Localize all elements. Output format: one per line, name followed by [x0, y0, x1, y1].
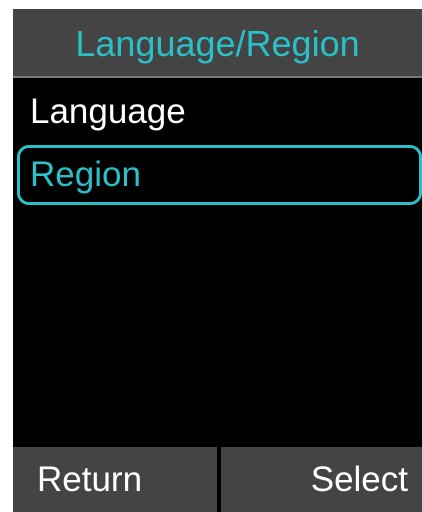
menu-item-language[interactable]: Language: [17, 82, 422, 142]
phone-screen: Language/Region Language Region Return S…: [0, 0, 422, 512]
softkey-bar: Return Select: [13, 447, 422, 512]
menu-item-region[interactable]: Region: [17, 145, 422, 205]
screen-title: Language/Region: [13, 9, 422, 78]
return-button[interactable]: Return: [13, 447, 217, 512]
select-button[interactable]: Select: [221, 447, 422, 512]
menu-list: Language Region: [13, 78, 422, 447]
